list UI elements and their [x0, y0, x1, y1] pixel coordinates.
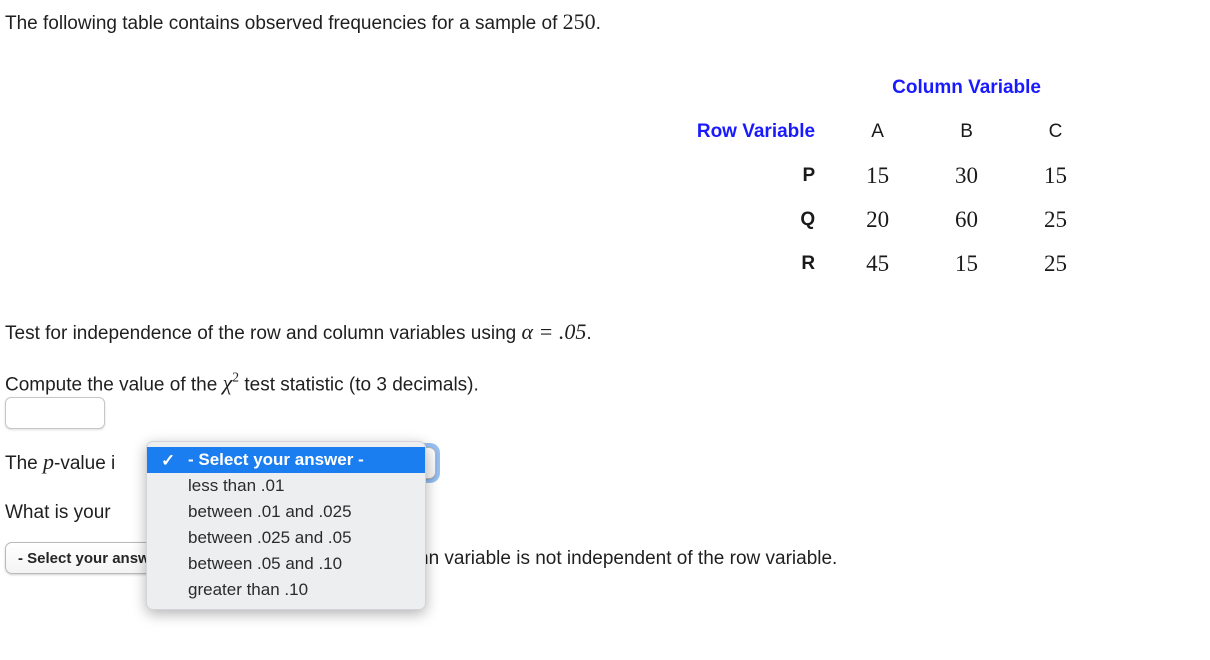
cell-q-b: 60 [955, 207, 979, 232]
pvalue-option-less-than-01[interactable]: less than .01 [147, 473, 425, 499]
table-row-headers: Row Variable A B C [600, 110, 1100, 154]
conclusion-trailing-text: nn variable is not independent of the ro… [418, 548, 838, 569]
pvalue-option-between-025-and-05[interactable]: between .025 and .05 [147, 525, 425, 551]
checkmark-icon [161, 504, 188, 521]
checkmark-icon [161, 530, 188, 547]
pvalue-option-label: greater than .10 [188, 580, 309, 599]
pvalue-option-greater-than-10[interactable]: greater than .10 [147, 577, 425, 603]
row-label-r: R [801, 253, 816, 274]
pvalue-option-between-01-and-025[interactable]: between .01 and .025 [147, 499, 425, 525]
row-label-q: Q [800, 209, 816, 230]
pvalue-option-select-your-answer[interactable]: ✓ - Select your answer - [147, 447, 425, 473]
cell-r-c: 25 [1044, 251, 1068, 276]
cell-p-b: 30 [955, 163, 979, 188]
cell-p-c: 15 [1044, 163, 1068, 188]
table-row: P 15 30 15 [600, 154, 1100, 198]
pvalue-option-label: less than .01 [188, 476, 285, 495]
intro-suffix-text: . [595, 13, 601, 34]
test-line-prefix-text: Test for independence of the row and col… [5, 323, 522, 344]
row-variable-title: Row Variable [696, 121, 816, 142]
checkmark-icon [161, 582, 188, 599]
pvalue-dropdown-menu[interactable]: ✓ - Select your answer - less than .01 b… [146, 441, 426, 610]
table-row: R 45 15 25 [600, 242, 1100, 286]
column-header-a: A [871, 121, 884, 142]
checkmark-icon [161, 556, 188, 573]
table-row-column-variable-title: Column Variable [600, 66, 1100, 110]
chi-symbol: χ2 [223, 370, 240, 395]
test-line-suffix-text: . [586, 323, 592, 344]
compute-statistic-sentence: Compute the value of the χ2 test statist… [5, 366, 479, 397]
chi-glyph: χ [222, 370, 233, 396]
table-spacer-cell [600, 66, 833, 110]
pvalue-option-label: between .01 and .025 [188, 502, 352, 521]
table-row: Q 20 60 25 [600, 198, 1100, 242]
pvalue-option-between-05-and-10[interactable]: between .05 and .10 [147, 551, 425, 577]
pvalue-sentence: The p-value i [5, 450, 115, 476]
cell-p-a: 15 [866, 163, 890, 188]
p-symbol: p [43, 449, 55, 474]
pvalue-option-label: between .05 and .10 [188, 554, 343, 573]
pvalue-suffix-text: -value i [54, 453, 116, 474]
intro-sentence: The following table contains observed fr… [5, 10, 601, 36]
pvalue-prefix-text: The [5, 453, 44, 474]
cell-r-a: 45 [866, 251, 890, 276]
checkmark-icon: ✓ [161, 450, 176, 470]
sample-size-value: 250 [562, 9, 596, 34]
compute-prefix-text: Compute the value of the [5, 374, 223, 396]
cell-r-b: 15 [955, 251, 979, 276]
intro-prefix-text: The following table contains observed fr… [5, 13, 563, 34]
test-independence-sentence: Test for independence of the row and col… [5, 320, 592, 346]
column-variable-title: Column Variable [892, 77, 1041, 98]
column-header-b: B [960, 121, 973, 142]
alpha-level-value: α = .05 [521, 319, 587, 344]
pvalue-option-label: - Select your answer - [188, 450, 364, 469]
pvalue-option-label: between .025 and .05 [188, 528, 352, 547]
chi-square-answer-input[interactable] [5, 397, 105, 429]
compute-suffix-text: test statistic (to 3 decimals). [239, 374, 479, 396]
conclusion-question-text: What is your [5, 502, 111, 523]
cell-q-a: 20 [866, 207, 890, 232]
column-header-c: C [1048, 121, 1063, 142]
observed-frequency-table: Column Variable Row Variable A B C P 15 … [600, 66, 1100, 286]
checkmark-icon [161, 478, 188, 495]
cell-q-c: 25 [1044, 207, 1068, 232]
row-label-p: P [802, 165, 816, 186]
